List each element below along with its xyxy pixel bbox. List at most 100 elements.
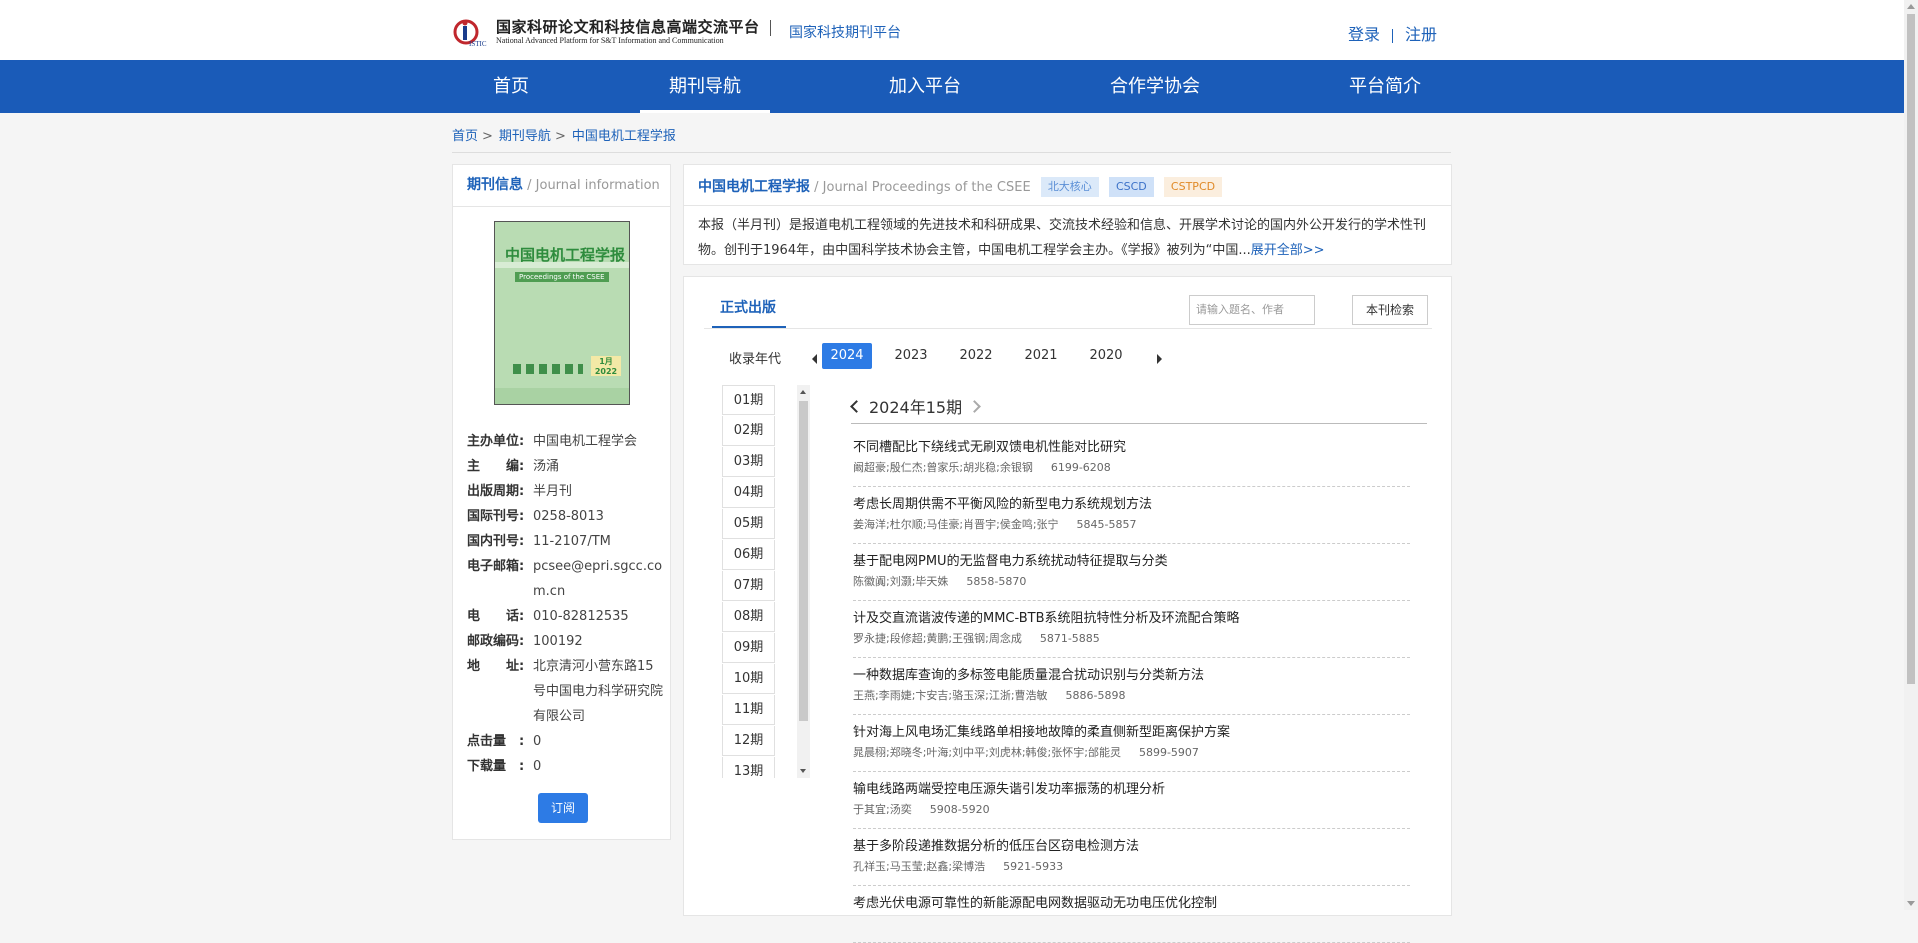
year-2023[interactable]: 2023 [886, 343, 936, 369]
issue-item[interactable]: 03期 [722, 447, 775, 477]
article-title[interactable]: 不同槽配比下绕线式无刷双馈电机性能对比研究 [853, 436, 1126, 455]
issue-item[interactable]: 04期 [722, 478, 775, 508]
sub-platform-link[interactable]: 国家科技期刊平台 [789, 22, 901, 42]
scroll-up-icon[interactable] [1907, 4, 1915, 9]
cover-footer [495, 388, 629, 404]
article-title[interactable]: 考虑光伏电源可靠性的新能源配电网数据驱动无功电压优化控制 [853, 892, 1217, 911]
article-authors: 姜海洋;杜尔顺;马佳豪;肖晋宇;侯金鸣;张宁 [853, 518, 1059, 531]
issue-item[interactable]: 12期 [722, 726, 775, 756]
info-row: 国内刊号: 11-2107/TM [467, 529, 665, 554]
breadcrumb-journals[interactable]: 期刊导航 [499, 129, 551, 144]
article-meta: 于其宜;汤奕 5908-5920 [853, 801, 990, 817]
info-label: 主 编: [467, 459, 525, 474]
article-authors: 孔祥玉;马玉莹;赵鑫;梁博浩 [853, 860, 986, 873]
subscribe-button[interactable]: 订阅 [538, 793, 588, 823]
page-scrollbar[interactable] [1904, 0, 1918, 910]
journal-cover-image[interactable]: 中国电机工程学报 Proceedings of the CSEE 1月 2022 [494, 221, 630, 405]
issue-item[interactable]: 10期 [722, 664, 775, 694]
article-item: 考虑长周期供需不平衡风险的新型电力系统规划方法姜海洋;杜尔顺;马佳豪;肖晋宇;侯… [853, 487, 1410, 544]
article-item: 输电线路两端受控电压源失谐引发功率振荡的机理分析 于其宜;汤奕 5908-5920 [853, 772, 1410, 829]
issue-scroll-thumb[interactable] [799, 401, 808, 721]
next-issue-icon[interactable] [968, 400, 981, 413]
year-next-icon[interactable] [1157, 354, 1162, 364]
info-label: 电 话: [467, 609, 525, 624]
article-title[interactable]: 基于配电网PMU的无监督电力系统扰动特征提取与分类 [853, 550, 1168, 569]
journal-info-panel: 期刊信息 / Journal information 中国电机工程学报 Proc… [452, 164, 671, 840]
issue-scroll-up-icon[interactable] [800, 390, 806, 394]
nav-join[interactable]: 加入平台 [860, 60, 990, 113]
info-label: 下载量 : [467, 759, 525, 774]
article-title[interactable]: 一种数据库查询的多标签电能质量混合扰动识别与分类新方法 [853, 664, 1204, 683]
article-item: 计及交直流谐波传递的MMC-BTB系统阻抗特性分析及环流配合策略 罗永捷;段修超;… [853, 601, 1410, 658]
issue-item[interactable]: 07期 [722, 571, 775, 601]
badge-pku-core: 北大核心 [1040, 177, 1099, 197]
article-meta: 罗永捷;段修超;黄鹏;王强钢;周念成 5871-5885 [853, 630, 1100, 646]
journal-info-list: 主办单位: 中国电机工程学会主 编: 汤涌 出版周期: 半月刊 国际刊号: 0258-801… [467, 429, 665, 779]
article-pages: 5908-5920 [929, 803, 990, 816]
nav-partners[interactable]: 合作学协会 [1090, 60, 1220, 113]
journal-title-row: 中国电机工程学报 / Journal Proceedings of the CS… [698, 176, 1223, 197]
article-item: 针对海上风电场汇集线路单相接地故障的柔直侧新型距离保护方案 晁晨栩;郑晓冬;叶海;… [853, 715, 1410, 772]
article-authors: 王燕;李雨婕;卞安吉;骆玉深;江浙;曹浩敏 [853, 689, 1048, 702]
scrollbar-thumb[interactable] [1907, 14, 1915, 684]
info-label: 点击量 : [467, 734, 525, 749]
article-authors: 陈徽阗;刘灏;毕天姝 [853, 575, 949, 588]
year-2021[interactable]: 2021 [1016, 343, 1066, 369]
nav-journals[interactable]: 期刊导航 [640, 60, 770, 113]
info-row: 邮政编码: 100192 [467, 629, 665, 654]
year-2022[interactable]: 2022 [951, 343, 1001, 369]
journal-search-button[interactable]: 本刊检索 [1352, 295, 1428, 325]
issue-item[interactable]: 01期 [722, 385, 775, 415]
breadcrumb-current[interactable]: 中国电机工程学报 [572, 129, 676, 144]
info-row: 下载量 : 0 [467, 754, 665, 779]
current-issue-header: 2024年15期 [850, 394, 981, 418]
logo-title-en: National Advanced Platform for S&T Infor… [496, 36, 724, 45]
article-pages: 5858-5870 [966, 575, 1027, 588]
info-row: 国际刊号: 0258-8013 [467, 504, 665, 529]
article-title[interactable]: 输电线路两端受控电压源失谐引发功率振荡的机理分析 [853, 778, 1165, 797]
info-label: 地 址: [467, 659, 525, 674]
article-title[interactable]: 计及交直流谐波传递的MMC-BTB系统阻抗特性分析及环流配合策略 [853, 607, 1240, 626]
journal-info-title-en: / Journal information [527, 178, 660, 193]
nav-home[interactable]: 首页 [452, 60, 570, 113]
year-label: 收录年代 [729, 352, 782, 367]
info-value: 100192 [533, 634, 583, 649]
issue-item[interactable]: 09期 [722, 633, 775, 663]
article-title[interactable]: 考虑长周期供需不平衡风险的新型电力系统规划方法 [853, 493, 1152, 512]
info-label: 主办单位: [467, 434, 525, 449]
year-2020[interactable]: 2020 [1081, 343, 1131, 369]
issue-item[interactable]: 06期 [722, 540, 775, 570]
article-authors: 罗永捷;段修超;黄鹏;王强钢;周念成 [853, 632, 1022, 645]
prev-issue-icon[interactable] [850, 400, 863, 413]
journal-search-input[interactable]: 请输入题名、作者 [1189, 295, 1315, 325]
expand-all-link[interactable]: 展开全部>> [1251, 243, 1325, 258]
article-meta: 孔祥玉;马玉莹;赵鑫;梁博浩 5921-5933 [853, 858, 1063, 874]
issue-item[interactable]: 02期 [722, 416, 775, 446]
login-link[interactable]: 登录 [1348, 25, 1380, 44]
info-label: 出版周期: [467, 484, 525, 499]
issue-list-scrollbar[interactable] [797, 385, 810, 778]
issue-item[interactable]: 11期 [722, 695, 775, 725]
issue-item[interactable]: 05期 [722, 509, 775, 539]
register-link[interactable]: 注册 [1405, 25, 1437, 44]
main-nav: 首页 期刊导航 加入平台 合作学协会 平台简介 [0, 60, 1904, 113]
journal-title: 中国电机工程学报 [698, 179, 810, 195]
nav-about[interactable]: 平台简介 [1320, 60, 1450, 113]
breadcrumb: 首页 > 期刊导航 > 中国电机工程学报 [452, 129, 676, 144]
year-prev-icon[interactable] [812, 354, 817, 364]
tab-official-publication[interactable]: 正式出版 [712, 297, 786, 328]
breadcrumb-home[interactable]: 首页 [452, 129, 478, 144]
site-logo[interactable]: ISTIC 国家科研论文和科技信息高端交流平台 National Advance… [452, 14, 762, 48]
issues-panel: 正式出版 请输入题名、作者 本刊检索 收录年代 2024 2023 2022 2… [683, 276, 1452, 943]
issue-scroll-down-icon[interactable] [800, 769, 806, 773]
article-title[interactable]: 基于多阶段递推数据分析的低压台区窃电检测方法 [853, 835, 1139, 854]
journal-description: 本报（半月刊）是报道电机工程领域的先进技术和科研成果、交流技术经验和信息、开展学… [698, 213, 1438, 263]
info-row: 电 话: 010-82812535 [467, 604, 665, 629]
article-title[interactable]: 针对海上风电场汇集线路单相接地故障的柔直侧新型距离保护方案 [853, 721, 1230, 740]
year-2024[interactable]: 2024 [822, 343, 872, 369]
issue-item[interactable]: 08期 [722, 602, 775, 632]
issue-item[interactable]: 13期 [722, 757, 775, 778]
scroll-down-icon[interactable] [1907, 901, 1915, 906]
article-item: 基于多阶段递推数据分析的低压台区窃电检测方法 孔祥玉;马玉莹;赵鑫;梁博浩 5921… [853, 829, 1410, 886]
article-item: 基于配电网PMU的无监督电力系统扰动特征提取与分类陈徽阗;刘灏;毕天姝 5858-… [853, 544, 1410, 601]
